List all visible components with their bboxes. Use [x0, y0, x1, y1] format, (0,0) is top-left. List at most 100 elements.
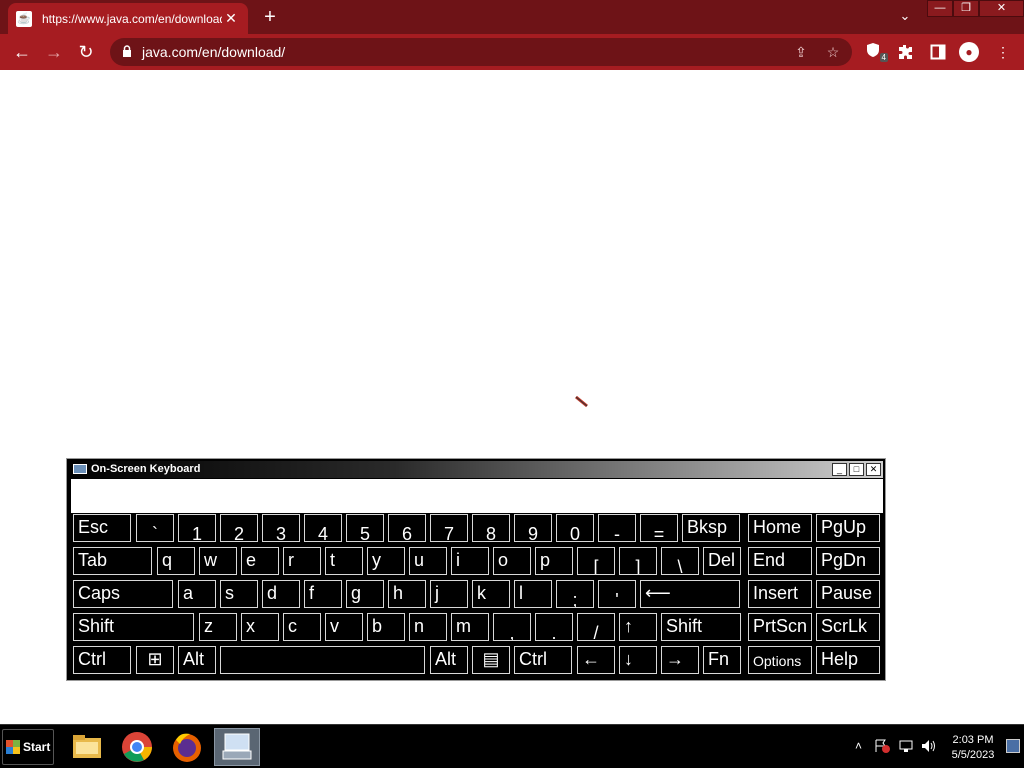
key-m[interactable]: m [451, 613, 489, 641]
key-g[interactable]: g [346, 580, 384, 608]
bookmark-star-icon[interactable]: ☆ [824, 43, 842, 61]
key-esc[interactable]: Esc [73, 514, 131, 542]
key-enter[interactable]: ⟵ [640, 580, 740, 608]
key-tab[interactable]: Tab [73, 547, 152, 575]
key-r[interactable]: r [283, 547, 321, 575]
key-page-up[interactable]: PgUp [816, 514, 880, 542]
key-o[interactable]: o [493, 547, 531, 575]
key-h[interactable]: h [388, 580, 426, 608]
taskbar-osk-button[interactable] [214, 728, 260, 766]
key-t[interactable]: t [325, 547, 363, 575]
key-q[interactable]: q [157, 547, 195, 575]
key-page-down[interactable]: PgDn [816, 547, 880, 575]
tab-search-icon[interactable]: ⌄ [895, 8, 915, 26]
key-pause[interactable]: Pause [816, 580, 880, 608]
action-center-flag-icon[interactable] [874, 739, 890, 753]
key-home[interactable]: Home [748, 514, 812, 542]
tab-close-icon[interactable]: ✕ [222, 10, 240, 27]
extensions-puzzle-icon[interactable] [897, 44, 913, 60]
key-f[interactable]: f [304, 580, 342, 608]
browser-tab[interactable]: ☕ https://www.java.com/en/download/ ✕ [8, 3, 248, 34]
key-w[interactable]: w [199, 547, 237, 575]
key-2[interactable]: 2 [220, 514, 258, 542]
key-v[interactable]: v [325, 613, 363, 641]
chrome-icon[interactable] [120, 730, 154, 764]
back-button[interactable]: ← [11, 41, 33, 63]
key-fn[interactable]: Fn [703, 646, 741, 674]
key-j[interactable]: j [430, 580, 468, 608]
osk-minimize-button[interactable]: _ [832, 463, 847, 476]
ublock-extension-icon[interactable]: 4 [866, 42, 888, 62]
key-backspace[interactable]: Bksp [682, 514, 740, 542]
network-icon[interactable] [898, 739, 914, 753]
key-up-arrow[interactable]: ↑ [619, 613, 657, 641]
new-tab-button[interactable]: + [259, 6, 281, 28]
key-7[interactable]: 7 [430, 514, 468, 542]
key-shift[interactable]: Shift [661, 613, 741, 641]
close-window-button[interactable]: ✕ [979, 0, 1024, 17]
key-slash[interactable]: / [577, 613, 615, 641]
profile-avatar-icon[interactable]: ● [959, 42, 979, 62]
share-icon[interactable]: ⇪ [792, 43, 810, 61]
key-left-arrow[interactable]: ← [577, 646, 615, 674]
key-x[interactable]: x [241, 613, 279, 641]
key-i[interactable]: i [451, 547, 489, 575]
key-z[interactable]: z [199, 613, 237, 641]
key-end[interactable]: End [748, 547, 812, 575]
key-k[interactable]: k [472, 580, 510, 608]
key-p[interactable]: p [535, 547, 573, 575]
key-period[interactable]: . [535, 613, 573, 641]
key-9[interactable]: 9 [514, 514, 552, 542]
key-alt[interactable]: Alt [430, 646, 468, 674]
key-caps-lock[interactable]: Caps [73, 580, 173, 608]
key-l[interactable]: l [514, 580, 552, 608]
key-u[interactable]: u [409, 547, 447, 575]
key-backslash[interactable]: \ [661, 547, 699, 575]
key-s[interactable]: s [220, 580, 258, 608]
key-right-bracket[interactable]: ] [619, 547, 657, 575]
key-3[interactable]: 3 [262, 514, 300, 542]
key-print-screen[interactable]: PrtScn [748, 613, 812, 641]
key-apostrophe[interactable]: ' [598, 580, 636, 608]
key-right-arrow[interactable]: → [661, 646, 699, 674]
key-5[interactable]: 5 [346, 514, 384, 542]
key-comma[interactable]: , [493, 613, 531, 641]
key-alt[interactable]: Alt [178, 646, 216, 674]
key-a[interactable]: a [178, 580, 216, 608]
key-space[interactable] [220, 646, 425, 674]
key-help[interactable]: Help [816, 646, 880, 674]
osk-close-button[interactable]: ✕ [866, 463, 881, 476]
menu-kebab-icon[interactable]: ⋮ [993, 42, 1013, 62]
key-semicolon[interactable]: ; [556, 580, 594, 608]
key-delete[interactable]: Del [703, 547, 741, 575]
key-n[interactable]: n [409, 613, 447, 641]
key-c[interactable]: c [283, 613, 321, 641]
key-down-arrow[interactable]: ↓ [619, 646, 657, 674]
show-desktop-button[interactable] [1006, 739, 1020, 753]
key-y[interactable]: y [367, 547, 405, 575]
key-shift[interactable]: Shift [73, 613, 194, 641]
key-0[interactable]: 0 [556, 514, 594, 542]
key-scroll-lock[interactable]: ScrLk [816, 613, 880, 641]
key-6[interactable]: 6 [388, 514, 426, 542]
key-insert[interactable]: Insert [748, 580, 812, 608]
firefox-icon[interactable] [170, 730, 204, 764]
key-1[interactable]: 1 [178, 514, 216, 542]
osk-maximize-button[interactable]: □ [849, 463, 864, 476]
file-explorer-icon[interactable] [70, 730, 104, 764]
key-ctrl[interactable]: Ctrl [73, 646, 131, 674]
key-left-bracket[interactable]: [ [577, 547, 615, 575]
key-equals[interactable]: = [640, 514, 678, 542]
address-bar[interactable]: java.com/en/download/ ⇪ ☆ [110, 38, 852, 66]
key-ctrl[interactable]: Ctrl [514, 646, 572, 674]
key-8[interactable]: 8 [472, 514, 510, 542]
key-options[interactable]: Options [748, 646, 812, 674]
restore-button[interactable]: ❐ [953, 0, 979, 17]
system-clock[interactable]: 2:03 PM 5/5/2023 [944, 733, 1002, 763]
volume-icon[interactable] [921, 739, 937, 753]
key-minus[interactable]: - [598, 514, 636, 542]
start-button[interactable]: Start [2, 729, 54, 765]
key-context-menu[interactable]: ▤ [472, 646, 510, 674]
osk-title-bar[interactable]: On-Screen Keyboard _ □ ✕ [69, 461, 883, 478]
key-b[interactable]: b [367, 613, 405, 641]
